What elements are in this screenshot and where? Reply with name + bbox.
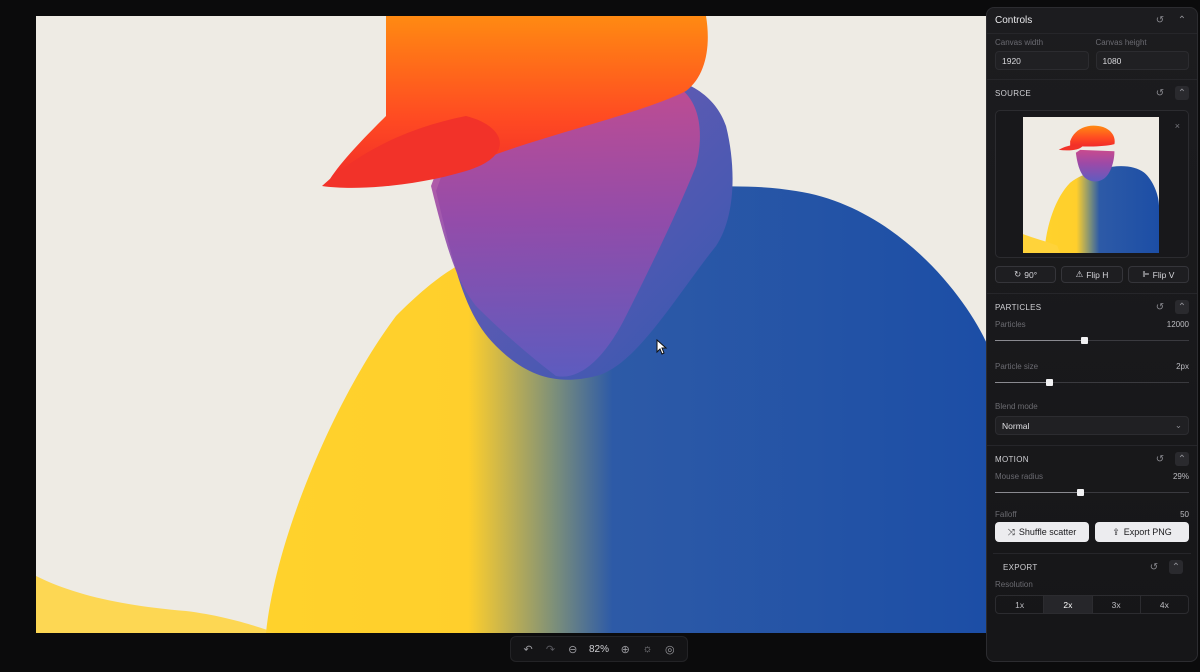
export-png-button[interactable]: ⇪ Export PNG xyxy=(1095,522,1189,542)
export-section-header: EXPORT ↺ ⌃ xyxy=(993,554,1191,580)
canvas-size-fields: Canvas width 1920 Canvas height 1080 xyxy=(987,34,1197,70)
mouse-radius-row: Mouse radius 29% xyxy=(987,472,1197,481)
slider-handle[interactable] xyxy=(1081,337,1089,344)
particles-count-value: 12000 xyxy=(1166,320,1189,329)
resolution-option-1x[interactable]: 1x xyxy=(996,596,1045,613)
shuffle-icon: ⤨ xyxy=(1007,526,1015,537)
chevron-down-icon: ⌄ xyxy=(1174,420,1182,430)
blend-mode-label: Blend mode xyxy=(995,402,1038,411)
remove-source-icon[interactable]: × xyxy=(1175,121,1180,131)
particle-size-value: 2px xyxy=(1176,362,1189,371)
canvas-preview[interactable] xyxy=(36,16,988,633)
motion-collapse-icon[interactable]: ⌃ xyxy=(1175,452,1189,466)
particle-render xyxy=(36,16,988,633)
blend-mode-select[interactable]: Normal ⌄ xyxy=(995,416,1189,435)
resolution-option-4x[interactable]: 4x xyxy=(1141,596,1188,613)
particles-collapse-icon[interactable]: ⌃ xyxy=(1175,300,1189,314)
flip-vertical-icon: ⊫ xyxy=(1142,269,1150,279)
motion-section-header: MOTION ↺ ⌃ xyxy=(987,446,1197,472)
canvas-width-label: Canvas width xyxy=(995,38,1044,47)
view-toolbar: ↶ ↷ ⊖ 82% ⊕ ☼ ◎ xyxy=(510,636,688,662)
slider-handle[interactable] xyxy=(1077,489,1085,496)
rotate-icon: ↻ xyxy=(1014,269,1022,279)
app-root: ↶ ↷ ⊖ 82% ⊕ ☼ ◎ Controls ↺ ⌃ Canvas widt… xyxy=(0,0,1200,672)
source-collapse-icon[interactable]: ⌃ xyxy=(1175,86,1189,100)
zoom-level: 82% xyxy=(588,643,609,655)
particle-size-label: Particle size xyxy=(995,362,1039,371)
export-collapse-icon[interactable]: ⌃ xyxy=(1169,560,1183,574)
action-buttons: ⤨ Shuffle scatter ⇪ Export PNG xyxy=(987,522,1197,542)
zoom-out-icon[interactable]: ⊖ xyxy=(564,640,582,658)
particle-size-slider[interactable] xyxy=(995,377,1189,389)
controls-panel: Controls ↺ ⌃ Canvas width 1920 Canvas he… xyxy=(986,7,1198,662)
particles-count-row: Particles 12000 xyxy=(987,320,1197,329)
flip-horizontal-icon: ⚠ xyxy=(1075,269,1084,279)
particles-title: PARTICLES xyxy=(995,302,1042,312)
transform-buttons: ↻ 90° ⚠ Flip H ⊫ Flip V xyxy=(987,258,1197,283)
undo-icon[interactable]: ↶ xyxy=(519,640,537,658)
canvas-height-input[interactable]: 1080 xyxy=(1095,51,1189,70)
upload-icon: ⇪ xyxy=(1112,526,1120,537)
mouse-cursor-icon xyxy=(656,339,668,355)
rotate-button[interactable]: ↻ 90° xyxy=(995,266,1057,283)
panel-title: Controls xyxy=(995,15,1033,26)
resolution-option-2x[interactable]: 2x xyxy=(1044,596,1093,613)
slider-handle[interactable] xyxy=(1046,379,1054,386)
export-title: EXPORT xyxy=(1003,562,1038,572)
target-icon[interactable]: ◎ xyxy=(661,640,679,658)
flip-h-button[interactable]: ⚠ Flip H xyxy=(1061,266,1123,283)
mouse-radius-label: Mouse radius xyxy=(995,472,1044,481)
redo-icon[interactable]: ↷ xyxy=(541,640,559,658)
canvas-height-label: Canvas height xyxy=(1095,38,1147,47)
falloff-row: Falloff 50 xyxy=(987,510,1197,519)
resolution-row: Resolution xyxy=(987,580,1197,589)
resolution-segmented-control: 1x 2x 3x 4x xyxy=(995,595,1189,614)
blend-mode-row: Blend mode xyxy=(987,402,1197,411)
export-section: EXPORT ↺ ⌃ xyxy=(993,553,1191,580)
export-reset-icon[interactable]: ↺ xyxy=(1147,560,1161,574)
particles-section-header: PARTICLES ↺ ⌃ xyxy=(987,294,1197,320)
source-section-header: SOURCE ↺ ⌃ xyxy=(987,80,1197,106)
resolution-label: Resolution xyxy=(995,580,1033,589)
shuffle-scatter-button[interactable]: ⤨ Shuffle scatter xyxy=(995,522,1089,542)
zoom-in-icon[interactable]: ⊕ xyxy=(616,640,634,658)
blend-mode-value: Normal xyxy=(1002,420,1030,431)
mouse-radius-slider[interactable] xyxy=(995,487,1189,499)
falloff-value: 50 xyxy=(1180,510,1189,519)
motion-title: MOTION xyxy=(995,454,1029,464)
resolution-option-3x[interactable]: 3x xyxy=(1093,596,1141,613)
particles-count-slider[interactable] xyxy=(995,335,1189,347)
flip-v-button[interactable]: ⊫ Flip V xyxy=(1127,266,1189,283)
brightness-icon[interactable]: ☼ xyxy=(639,640,657,658)
source-image-dropzone[interactable]: × xyxy=(995,110,1189,258)
particles-count-label: Particles xyxy=(995,320,1026,329)
mouse-radius-value: 29% xyxy=(1172,472,1189,481)
source-title: SOURCE xyxy=(995,88,1032,98)
motion-reset-icon[interactable]: ↺ xyxy=(1153,452,1167,466)
canvas-width-input[interactable]: 1920 xyxy=(995,51,1089,70)
reset-icon[interactable]: ↺ xyxy=(1153,14,1167,28)
source-thumbnail xyxy=(1023,117,1159,253)
source-reset-icon[interactable]: ↺ xyxy=(1153,86,1167,100)
panel-header: Controls ↺ ⌃ xyxy=(987,8,1197,34)
collapse-icon[interactable]: ⌃ xyxy=(1175,14,1189,28)
particles-reset-icon[interactable]: ↺ xyxy=(1153,300,1167,314)
falloff-label: Falloff xyxy=(995,510,1017,519)
particle-size-row: Particle size 2px xyxy=(987,362,1197,371)
